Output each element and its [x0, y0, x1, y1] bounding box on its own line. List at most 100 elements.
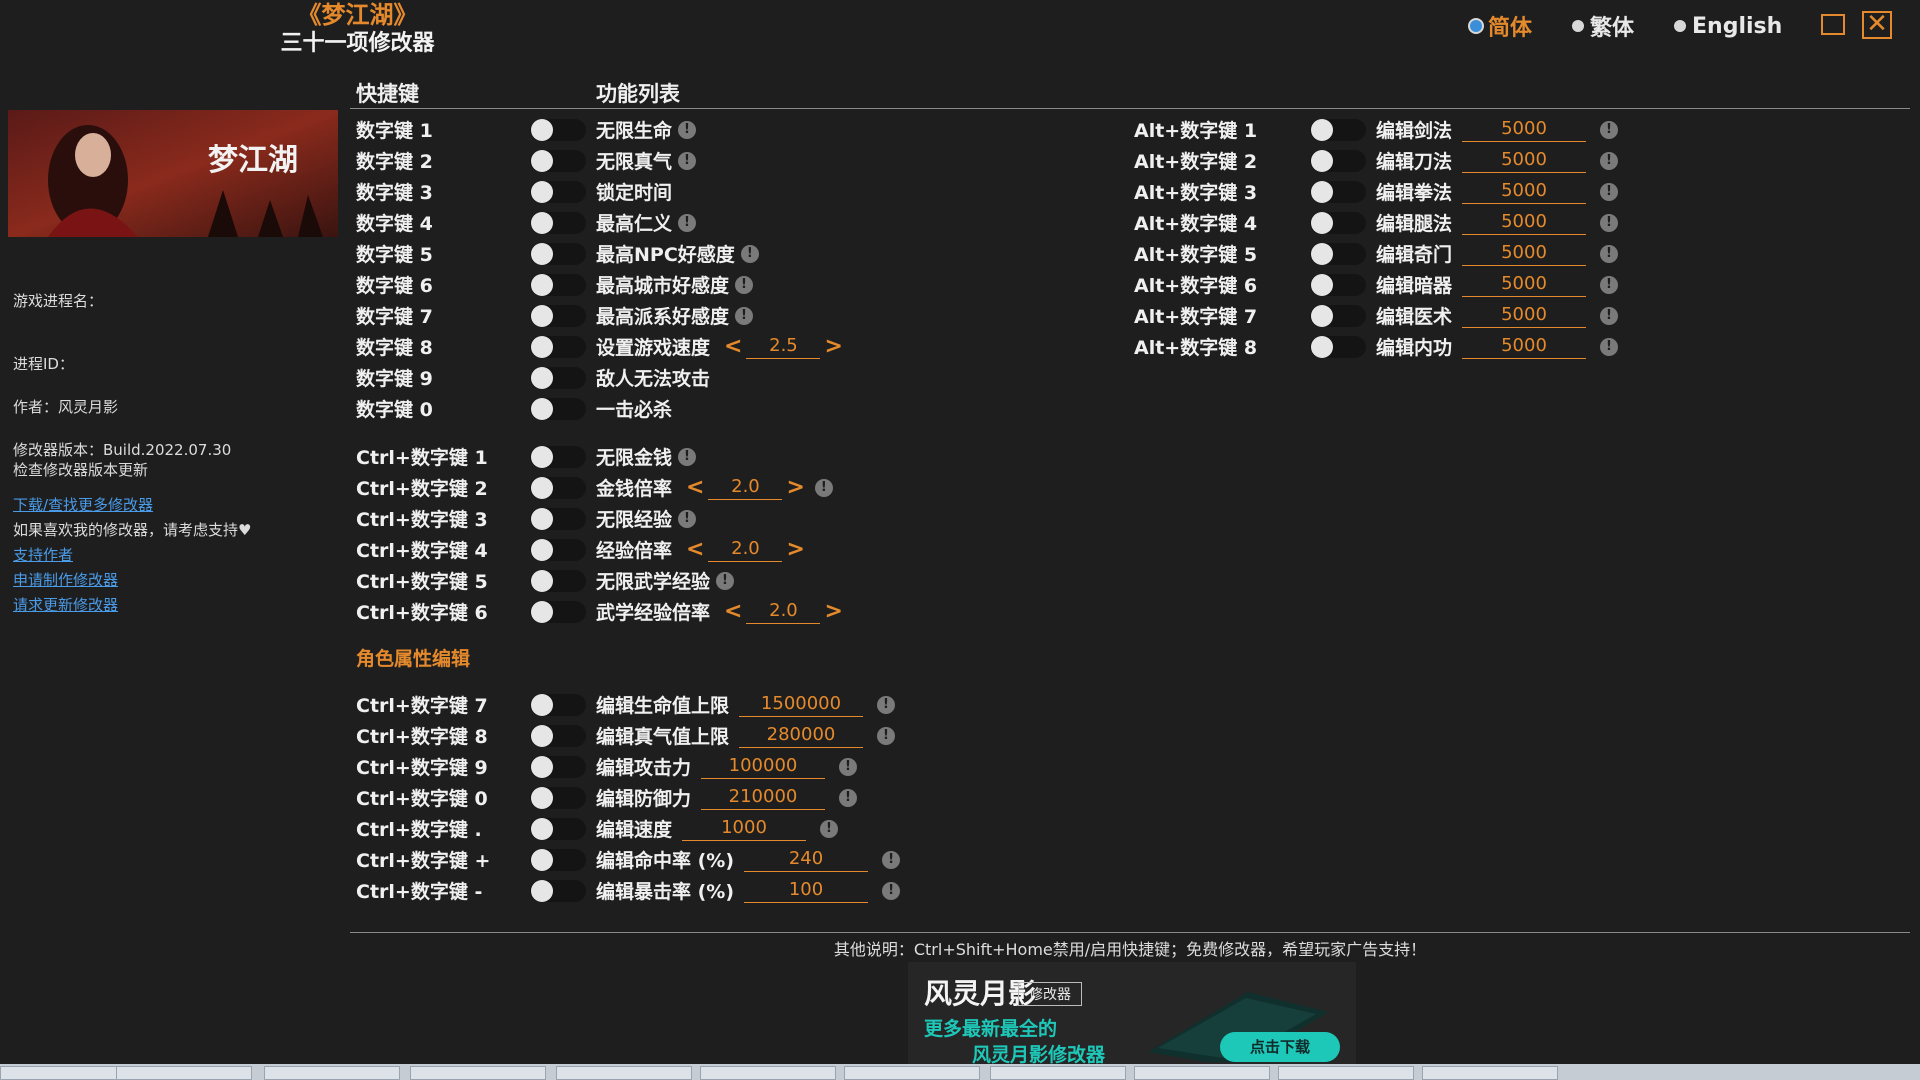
toggle-switch[interactable] — [530, 274, 586, 296]
chevron-left-icon[interactable]: < — [720, 334, 746, 359]
lang-option-simplified[interactable]: 简体 — [1470, 12, 1532, 41]
info-icon[interactable]: ! — [1600, 213, 1619, 232]
toggle-switch[interactable] — [530, 787, 586, 809]
toggle-switch[interactable] — [530, 119, 586, 141]
stepper-value[interactable]: 2.0 — [708, 537, 783, 562]
toggle-switch[interactable] — [1310, 119, 1366, 141]
info-icon[interactable]: ! — [1600, 244, 1619, 263]
toggle-switch[interactable] — [530, 150, 586, 172]
toggle-switch[interactable] — [530, 446, 586, 468]
minimize-button[interactable] — [1818, 11, 1848, 39]
chevron-right-icon[interactable]: > — [820, 334, 846, 359]
info-icon[interactable]: ! — [1600, 275, 1619, 294]
toggle-switch[interactable] — [1310, 212, 1366, 234]
info-icon[interactable]: ! — [716, 571, 735, 590]
info-icon[interactable]: ! — [882, 850, 901, 869]
request-make-link[interactable]: 申请制作修改器 — [13, 569, 118, 590]
info-icon[interactable]: ! — [735, 306, 754, 325]
toggle-switch[interactable] — [530, 725, 586, 747]
info-icon[interactable]: ! — [1600, 120, 1619, 139]
taskbar-item[interactable] — [556, 1066, 692, 1080]
value-input[interactable]: 5000 — [1462, 241, 1587, 266]
chevron-left-icon[interactable]: < — [720, 599, 746, 624]
taskbar-item[interactable] — [844, 1066, 980, 1080]
taskbar-item[interactable] — [700, 1066, 836, 1080]
chevron-right-icon[interactable]: > — [782, 475, 808, 500]
toggle-switch[interactable] — [1310, 274, 1366, 296]
ad-banner[interactable]: 风灵月影 修改器 更多最新最全的 风灵月影修改器 点击下载 — [908, 962, 1356, 1066]
value-input[interactable]: 5000 — [1462, 179, 1587, 204]
lang-option-english[interactable]: English — [1674, 12, 1782, 40]
value-input[interactable]: 100000 — [701, 754, 826, 779]
stepper-value[interactable]: 2.0 — [708, 475, 783, 500]
toggle-switch[interactable] — [1310, 181, 1366, 203]
support-author-link[interactable]: 支持作者 — [13, 544, 73, 565]
toggle-switch[interactable] — [530, 398, 586, 420]
toggle-switch[interactable] — [1310, 305, 1366, 327]
chevron-right-icon[interactable]: > — [820, 599, 846, 624]
info-icon[interactable]: ! — [740, 244, 759, 263]
info-icon[interactable]: ! — [678, 213, 697, 232]
toggle-switch[interactable] — [530, 818, 586, 840]
value-input[interactable]: 5000 — [1462, 272, 1587, 297]
toggle-switch[interactable] — [530, 570, 586, 592]
value-input[interactable]: 280000 — [739, 723, 864, 748]
toggle-switch[interactable] — [530, 477, 586, 499]
info-icon[interactable]: ! — [882, 881, 901, 900]
toggle-switch[interactable] — [530, 539, 586, 561]
toggle-switch[interactable] — [1310, 150, 1366, 172]
value-input[interactable]: 1500000 — [739, 692, 864, 717]
info-icon[interactable]: ! — [678, 151, 697, 170]
info-icon[interactable]: ! — [1600, 337, 1619, 356]
toggle-switch[interactable] — [530, 694, 586, 716]
ad-download-button[interactable]: 点击下载 — [1220, 1032, 1340, 1062]
toggle-switch[interactable] — [530, 367, 586, 389]
chevron-left-icon[interactable]: < — [682, 475, 708, 500]
info-icon[interactable]: ! — [1600, 182, 1619, 201]
info-icon[interactable]: ! — [735, 275, 754, 294]
info-icon[interactable]: ! — [678, 509, 697, 528]
value-input[interactable]: 5000 — [1462, 303, 1587, 328]
taskbar-item[interactable] — [264, 1066, 400, 1080]
info-icon[interactable]: ! — [839, 788, 858, 807]
value-input[interactable]: 5000 — [1462, 210, 1587, 235]
value-input[interactable]: 1000 — [682, 816, 807, 841]
lang-option-traditional[interactable]: 繁体 — [1572, 12, 1634, 41]
close-button[interactable]: ✕ — [1862, 11, 1892, 39]
info-icon[interactable]: ! — [877, 695, 896, 714]
taskbar-item[interactable] — [990, 1066, 1126, 1080]
value-input[interactable]: 240 — [744, 847, 869, 872]
toggle-switch[interactable] — [1310, 243, 1366, 265]
value-input[interactable]: 5000 — [1462, 148, 1587, 173]
info-icon[interactable]: ! — [1600, 151, 1619, 170]
toggle-switch[interactable] — [530, 601, 586, 623]
taskbar-item[interactable] — [116, 1066, 252, 1080]
info-icon[interactable]: ! — [814, 478, 833, 497]
toggle-switch[interactable] — [530, 508, 586, 530]
taskbar-item[interactable] — [410, 1066, 546, 1080]
info-icon[interactable]: ! — [1600, 306, 1619, 325]
taskbar-item[interactable] — [1422, 1066, 1558, 1080]
toggle-switch[interactable] — [530, 336, 586, 358]
info-icon[interactable]: ! — [877, 726, 896, 745]
value-input[interactable]: 100 — [744, 878, 869, 903]
toggle-switch[interactable] — [530, 756, 586, 778]
info-icon[interactable]: ! — [820, 819, 839, 838]
toggle-switch[interactable] — [530, 243, 586, 265]
taskbar-item[interactable] — [1278, 1066, 1414, 1080]
toggle-switch[interactable] — [530, 880, 586, 902]
toggle-switch[interactable] — [530, 212, 586, 234]
chevron-left-icon[interactable]: < — [682, 537, 708, 562]
stepper-value[interactable]: 2.0 — [746, 599, 821, 624]
value-input[interactable]: 5000 — [1462, 117, 1587, 142]
request-update-link[interactable]: 请求更新修改器 — [13, 594, 118, 615]
toggle-switch[interactable] — [1310, 336, 1366, 358]
stepper-value[interactable]: 2.5 — [746, 334, 821, 359]
taskbar-item[interactable] — [1134, 1066, 1270, 1080]
check-update-text[interactable]: 检查修改器版本更新 — [13, 459, 148, 480]
toggle-switch[interactable] — [530, 849, 586, 871]
value-input[interactable]: 210000 — [701, 785, 826, 810]
chevron-right-icon[interactable]: > — [782, 537, 808, 562]
toggle-switch[interactable] — [530, 181, 586, 203]
download-more-link[interactable]: 下载/查找更多修改器 — [13, 494, 153, 515]
